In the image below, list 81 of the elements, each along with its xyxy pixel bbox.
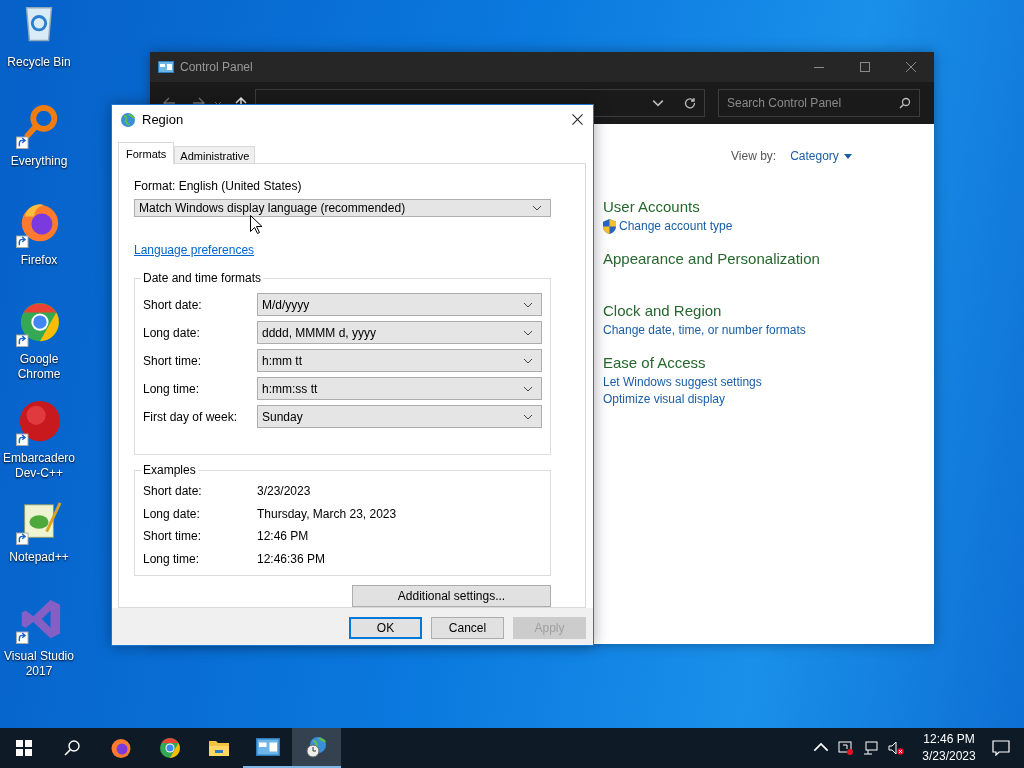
category-heading[interactable]: Clock and Region xyxy=(603,300,722,322)
clock-time[interactable]: 12:46 PM xyxy=(923,731,975,748)
refresh-icon[interactable] xyxy=(684,97,696,109)
category-link[interactable]: Change date, time, or number formats xyxy=(603,322,806,339)
category-heading[interactable]: User Accounts xyxy=(603,196,700,218)
field-label: Long date: xyxy=(143,325,201,340)
category-link[interactable]: Let Windows suggest settings xyxy=(603,374,762,391)
window-title: Control Panel xyxy=(180,60,253,74)
tab[interactable]: Formats xyxy=(118,142,175,164)
field-label: Short date: xyxy=(143,297,203,312)
field-label: Short time: xyxy=(143,353,203,368)
close-icon[interactable] xyxy=(572,114,583,125)
example-label: Short date: xyxy=(143,484,203,499)
dropdown-triangle-icon[interactable] xyxy=(843,153,852,159)
category-link[interactable]: Optimize visual display xyxy=(603,391,726,408)
example-value: 12:46 PM xyxy=(257,529,309,544)
example-label: Long time: xyxy=(143,551,201,566)
clock-date[interactable]: 3/23/2023 xyxy=(922,748,976,765)
chevron-down-icon xyxy=(532,205,542,211)
category-heading[interactable]: Appearance and Personalization xyxy=(603,248,820,270)
alert-monitor-icon[interactable] xyxy=(838,740,854,756)
chevron-down-icon xyxy=(523,357,533,364)
group-title: Date and time formats xyxy=(142,271,263,285)
format-dropdown[interactable]: Match Windows display language (recommended) xyxy=(134,199,551,217)
round-badge-icon[interactable] xyxy=(16,400,62,446)
format-dropdown[interactable]: h:mm:ss tt xyxy=(257,377,542,400)
example-label: Short time: xyxy=(143,529,203,544)
chevron-down-icon xyxy=(523,385,533,392)
control-panel-icon xyxy=(255,735,280,759)
ring-logo-icon xyxy=(157,736,182,760)
chevron-down-icon[interactable] xyxy=(652,97,664,109)
speaker-muted-icon[interactable] xyxy=(888,740,904,756)
notification-icon[interactable] xyxy=(992,740,1010,756)
taskbar-app-button[interactable] xyxy=(292,728,341,768)
desktop-icon-label[interactable]: Embarcadero Dev-C++ xyxy=(0,451,78,481)
globe-clock-icon xyxy=(304,735,329,759)
ribbon-logo-icon[interactable] xyxy=(16,598,62,644)
chevron-down-icon[interactable] xyxy=(214,99,222,107)
format-dropdown[interactable]: M/d/yyyy xyxy=(257,293,542,316)
chevron-down-icon xyxy=(523,329,533,336)
chevron-down-icon xyxy=(523,301,533,308)
view-by-dropdown[interactable]: Category xyxy=(790,149,839,163)
example-label: Long date: xyxy=(143,506,201,521)
group-title: Examples xyxy=(142,463,197,477)
ring-logo-icon[interactable] xyxy=(16,301,62,347)
additional-settings-button[interactable]: Additional settings... xyxy=(352,585,551,607)
dialog-button[interactable]: Cancel xyxy=(431,617,504,639)
maximize-icon xyxy=(860,62,870,72)
format-label: Format: English (United States) xyxy=(134,178,302,194)
example-value: 3/23/2023 xyxy=(257,484,311,499)
language-preferences-link[interactable]: Language preferences xyxy=(134,242,255,258)
example-value: Thursday, March 23, 2023 xyxy=(257,506,397,521)
format-dropdown[interactable]: dddd, MMMM d, yyyy xyxy=(257,321,542,344)
chevron-down-icon xyxy=(523,413,533,420)
view-by-label: View by: xyxy=(731,149,777,163)
search-icon xyxy=(899,97,911,109)
field-label: Long time: xyxy=(143,381,201,396)
category-heading[interactable]: Ease of Access xyxy=(603,352,706,374)
format-dropdown[interactable]: Sunday xyxy=(257,405,542,428)
tab[interactable]: Administrative xyxy=(174,146,256,164)
desktop-icon-label[interactable]: Notepad++ xyxy=(0,550,78,565)
desktop-icon-label[interactable]: Google Chrome xyxy=(0,352,78,382)
globe-icon xyxy=(120,111,136,128)
desktop-icon-label[interactable]: Visual Studio 2017 xyxy=(0,649,78,679)
search-field[interactable]: Search Control Panel xyxy=(718,89,920,117)
category-link[interactable]: Change account type xyxy=(619,218,733,235)
desktop-icon-label[interactable]: Everything xyxy=(0,154,78,169)
field-label: First day of week: xyxy=(143,409,239,424)
example-value: 12:46:36 PM xyxy=(257,551,326,566)
dialog-title: Region xyxy=(142,112,184,127)
mouse-pointer-icon xyxy=(250,215,262,234)
format-dropdown[interactable]: h:mm tt xyxy=(257,349,542,372)
search-icon xyxy=(64,740,80,756)
network-icon[interactable] xyxy=(863,740,879,756)
control-panel-icon xyxy=(158,59,174,75)
desktop-icon-label[interactable]: Recycle Bin xyxy=(0,55,78,70)
windows-logo-icon xyxy=(16,740,32,756)
desktop-icon-label[interactable]: Firefox xyxy=(0,253,78,268)
flame-globe-icon xyxy=(108,736,133,760)
dialog-button[interactable]: OK xyxy=(349,617,422,639)
close-icon xyxy=(906,62,916,72)
